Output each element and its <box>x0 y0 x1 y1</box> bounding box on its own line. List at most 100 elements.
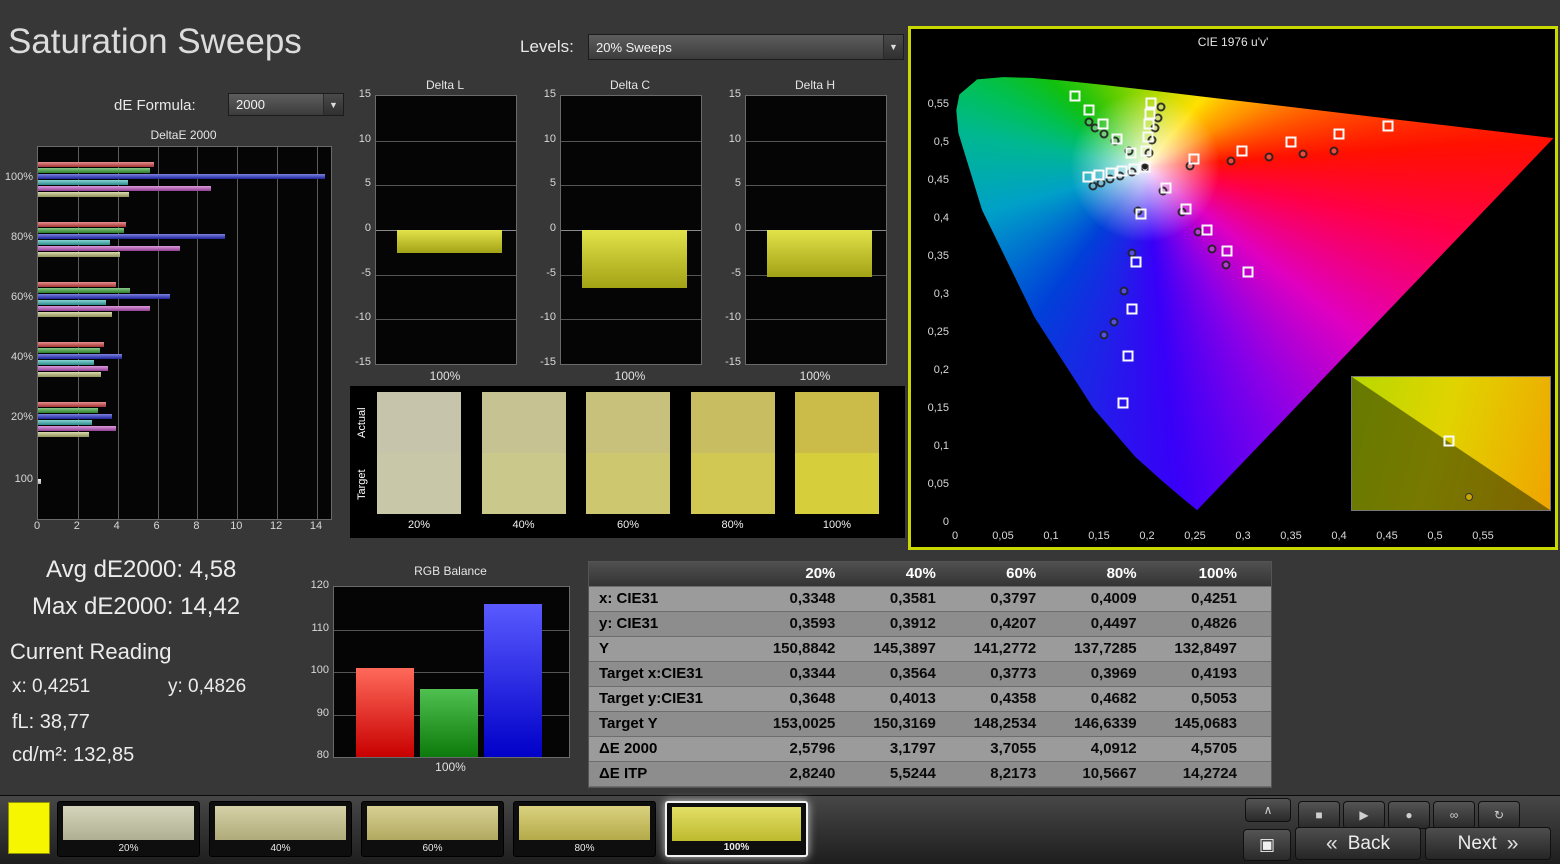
levels-dropdown[interactable]: 20% Sweeps ▼ <box>588 34 904 60</box>
record-button[interactable]: ● <box>1388 801 1430 829</box>
gridline <box>237 147 239 519</box>
axis-tick-label: 15 <box>543 88 556 100</box>
column-header: 40% <box>905 565 936 582</box>
stop-button[interactable]: ■ <box>1298 801 1340 829</box>
axis-tick-label: -5 <box>731 266 741 279</box>
axis-tick-label: 100% <box>4 171 33 183</box>
delta-c-plot <box>560 95 702 365</box>
delta-l-chart: Delta L 100% 15 10 5 0 -5 -10 -15 <box>347 78 519 386</box>
bar <box>38 359 94 365</box>
rgb-balance-title: RGB Balance <box>414 564 487 578</box>
axis-tick-label: 0,35 <box>1280 530 1302 542</box>
current-reading-x: x: 0,4251 <box>12 676 91 697</box>
axis-tick-label: 0,25 <box>1184 530 1206 542</box>
axis-tick-label: 0,2 <box>1139 530 1155 542</box>
target-marker <box>1145 97 1157 109</box>
next-button[interactable]: Next » <box>1425 827 1551 860</box>
cell-value: 145,0683 <box>1174 715 1237 732</box>
cell-value: 0,3581 <box>889 590 936 607</box>
measurement-marker <box>1207 244 1217 254</box>
axis-tick-label: 10 <box>358 132 371 145</box>
refresh-button[interactable]: ↻ <box>1478 801 1520 829</box>
axis-tick-label: 0,55 <box>927 98 949 110</box>
pattern-button-60%[interactable]: 60% <box>361 801 504 857</box>
bar <box>38 191 130 197</box>
measurement-marker <box>1099 330 1109 340</box>
target-marker <box>1382 120 1394 132</box>
axis-tick-label: 0,25 <box>927 326 949 338</box>
swatch-pair-80% <box>690 392 775 514</box>
pattern-swatch <box>63 806 194 840</box>
deltae-chart-plot <box>37 146 332 520</box>
swatch-target <box>377 453 461 514</box>
pattern-button-20%[interactable]: 20% <box>57 801 200 857</box>
gridline <box>77 147 79 519</box>
gridline <box>561 140 701 142</box>
axis-tick-label: 0,1 <box>933 440 949 452</box>
gridline <box>746 185 886 187</box>
back-button[interactable]: « Back <box>1295 827 1421 860</box>
swatch-actual <box>690 392 775 453</box>
axis-tick-label: 40% <box>10 351 33 363</box>
column-header: 80% <box>1106 565 1137 582</box>
pattern-button-80%[interactable]: 80% <box>513 801 656 857</box>
axis-tick-label: 0,35 <box>927 250 949 262</box>
stop-large-button[interactable]: ▣ <box>1243 829 1291 861</box>
delta-h-category-label: 100% <box>799 369 831 383</box>
pattern-button-40%[interactable]: 40% <box>209 801 352 857</box>
axis-tick-label: 10 <box>728 132 741 145</box>
target-marker <box>1144 108 1156 120</box>
rgb-balance-category-label: 100% <box>435 760 466 774</box>
swatch-level-label: 80% <box>721 519 744 531</box>
page-title: Saturation Sweeps <box>8 22 302 61</box>
delta-c-category-label: 100% <box>614 369 646 383</box>
de-formula-dropdown[interactable]: 2000 ▼ <box>228 93 344 116</box>
bar <box>38 347 100 353</box>
back-label: Back <box>1347 832 1390 854</box>
gridline <box>746 319 886 321</box>
white-point-dot <box>1142 164 1148 170</box>
bar <box>38 167 150 173</box>
target-marker <box>1236 145 1248 157</box>
gridline <box>277 147 279 519</box>
measurement-marker <box>1088 181 1098 191</box>
axis-tick-label: 5 <box>734 177 741 190</box>
axis-tick-label: 10 <box>230 520 243 532</box>
measurement-marker <box>1298 149 1308 159</box>
swatch-pair-40% <box>481 392 566 514</box>
target-marker <box>1105 167 1117 179</box>
target-marker <box>1135 208 1147 220</box>
axis-tick-label: -5 <box>546 266 556 279</box>
pattern-button-100%[interactable]: 100% <box>665 801 808 857</box>
continuous-button[interactable]: ∞ <box>1433 801 1475 829</box>
play-button[interactable]: ▶ <box>1343 801 1385 829</box>
axis-tick-label: 0,15 <box>1088 530 1110 542</box>
cell-value: 0,3648 <box>789 690 836 707</box>
cell-value: 141,2772 <box>973 640 1037 657</box>
target-marker <box>1082 171 1094 183</box>
current-reading-cdm2: cd/m²: 132,85 <box>12 744 135 766</box>
gridline <box>376 274 516 276</box>
table-row: Y 150,8842 145,3897 141,2772 137,7285 132,849… <box>589 637 1271 662</box>
axis-tick-label: 8 <box>193 520 200 532</box>
bottom-toolbar: 20% 40% 60% 80% 100% ∧ ■ ▶ ● ∞ ↻ ▣ « Back Next » <box>0 795 1560 864</box>
axis-tick-label: 0,4 <box>933 212 949 224</box>
cell-value: 2,8240 <box>789 765 836 782</box>
collapse-button[interactable]: ∧ <box>1245 798 1291 822</box>
gridline <box>561 319 701 321</box>
cell-value: 150,3169 <box>873 715 936 732</box>
deltae-2000-chart: DeltaE 2000 0 2 4 6 8 10 12 14 100% 80% 60% 40% 20% 1… <box>2 128 334 540</box>
bar <box>38 233 226 239</box>
bar <box>38 245 180 251</box>
delta-h-plot <box>745 95 887 365</box>
cell-value: 150,8842 <box>772 640 836 657</box>
gridline <box>376 319 516 321</box>
next-chevron-icon: » <box>1506 831 1519 855</box>
axis-tick-label: 12 <box>270 520 283 532</box>
cell-value: 0,3564 <box>889 665 936 682</box>
swatch-target <box>586 453 670 514</box>
cell-value: 132,8497 <box>1174 640 1237 657</box>
target-marker <box>1188 153 1200 165</box>
axis-tick-label: 120 <box>310 579 329 591</box>
active-color-swatch[interactable] <box>8 802 50 854</box>
